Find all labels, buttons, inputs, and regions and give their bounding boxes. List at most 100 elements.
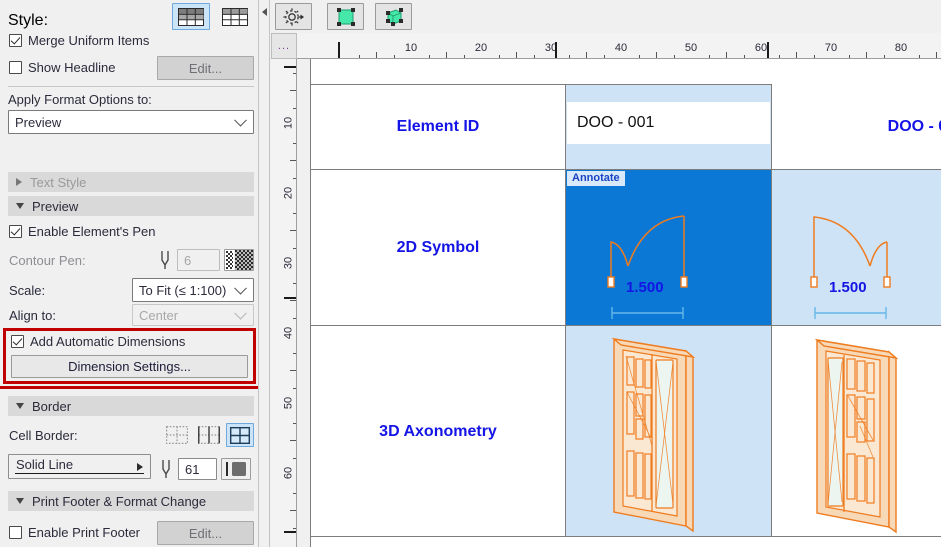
3d-axonometry-cell-1[interactable]	[566, 326, 771, 537]
row-label-3d-axonometry[interactable]: 3D Axonometry	[311, 326, 565, 537]
ruler-tick	[290, 160, 296, 161]
section-print-footer[interactable]: Print Footer & Format Change	[8, 491, 254, 511]
ruler-number: 60	[754, 42, 768, 54]
ruler-tick	[428, 55, 430, 58]
element-id-cell-2[interactable]: DOO - 001	[772, 84, 941, 169]
footer-edit-button[interactable]: Edit...	[157, 521, 254, 545]
row-label-2d-symbol[interactable]: 2D Symbol	[311, 170, 565, 325]
checkbox-box	[9, 225, 22, 238]
chevron-down-icon	[234, 306, 247, 320]
cell-border-vertical-button[interactable]	[196, 423, 222, 447]
grid-merged-icon	[178, 7, 204, 26]
ruler-tick	[936, 52, 937, 58]
ruler-number: 40	[282, 326, 294, 340]
select-3d-element-button[interactable]	[375, 3, 412, 30]
ruler-origin-button[interactable]: ...	[271, 33, 297, 59]
pattern-swatch-icon	[225, 250, 253, 270]
contour-pen-label: Contour Pen:	[9, 253, 86, 268]
ruler-number: 70	[824, 42, 838, 54]
align-to-label: Align to:	[9, 308, 56, 323]
ruler-number: 20	[474, 42, 488, 54]
highlight-bar	[0, 386, 258, 389]
ruler-tick	[293, 107, 296, 109]
ruler-tick	[290, 230, 296, 231]
element-id-text-editor[interactable]: DOO - 001	[567, 102, 770, 144]
panel-splitter[interactable]	[258, 0, 270, 547]
grid-style-merged-button[interactable]	[172, 3, 210, 30]
ruler-tick	[290, 510, 296, 511]
contour-pen-color-swatch[interactable]	[224, 249, 254, 271]
checkbox-box	[9, 34, 22, 47]
ruler-tick	[293, 177, 296, 179]
door-2d-symbol-icon	[810, 216, 891, 319]
row-label-element-id[interactable]: Element ID	[311, 84, 565, 169]
ruler-tick	[656, 52, 657, 58]
scale-value: To Fit (≤ 1:100)	[139, 282, 227, 298]
ruler-tick	[293, 212, 296, 214]
schedule-sheet[interactable]: Element ID 2D Symbol 3D Axonometry DOO -…	[310, 59, 941, 547]
chevron-down-icon	[234, 113, 247, 127]
ruler-page-mark	[767, 42, 770, 58]
ruler-tick	[290, 440, 296, 441]
color-swatch-icon	[222, 459, 250, 479]
scale-dropdown[interactable]: To Fit (≤ 1:100)	[132, 278, 254, 302]
border-line-type-value: Solid Line	[16, 457, 74, 472]
ruler-number: 80	[894, 42, 908, 54]
contour-pen-value[interactable]: 6	[177, 249, 220, 271]
horizontal-ruler[interactable]: 102030405060708090	[297, 33, 941, 59]
select-2d-element-button[interactable]	[327, 3, 364, 30]
section-print-footer-label: Print Footer & Format Change	[32, 493, 207, 509]
section-preview-label: Preview	[32, 198, 79, 214]
border-pen-color-swatch[interactable]	[221, 458, 251, 480]
ruler-number: 30	[282, 256, 294, 270]
chevron-down-icon	[16, 498, 24, 504]
enable-elements-pen-label: Enable Element's Pen	[28, 224, 156, 239]
section-preview[interactable]: Preview	[8, 196, 254, 216]
ruler-number: 20	[282, 186, 294, 200]
cell-border-all-button[interactable]	[226, 423, 254, 447]
section-border[interactable]: Border	[8, 396, 254, 416]
checkbox-box	[11, 335, 24, 348]
enable-print-footer-checkbox[interactable]: Enable Print Footer	[9, 525, 140, 540]
show-headline-label: Show Headline	[28, 60, 116, 75]
ruler-tick	[293, 247, 296, 249]
headline-edit-button[interactable]: Edit...	[157, 56, 254, 80]
align-to-dropdown[interactable]: Center	[132, 304, 254, 326]
ruler-tick	[796, 52, 797, 58]
2d-symbol-cell-2[interactable]: 1.500	[772, 170, 941, 325]
cell-border-none-button[interactable]	[164, 423, 190, 447]
ruler-page-mark	[284, 531, 296, 533]
add-automatic-dimensions-label: Add Automatic Dimensions	[30, 334, 186, 349]
panel-divider-1	[8, 86, 254, 87]
grid-style-separate-button[interactable]	[216, 3, 254, 30]
dimension-settings-button[interactable]: Dimension Settings...	[11, 355, 248, 378]
enable-elements-pen-checkbox[interactable]: Enable Element's Pen	[9, 224, 156, 239]
show-headline-checkbox[interactable]: Show Headline	[9, 60, 115, 75]
border-pen-value[interactable]: 61	[178, 458, 217, 480]
section-text-style[interactable]: Text Style	[8, 172, 254, 192]
2d-symbol-cell-1[interactable]: 1.500	[566, 170, 771, 325]
ruler-tick	[726, 52, 727, 58]
3d-axonometry-cell-2[interactable]	[772, 326, 941, 537]
ruler-tick	[533, 55, 535, 58]
ruler-tick	[293, 422, 296, 424]
ruler-tick	[293, 317, 296, 319]
collapse-panel-arrow-icon[interactable]	[262, 8, 267, 16]
border-line-type-dropdown[interactable]: Solid Line	[8, 454, 151, 479]
merge-uniform-items-checkbox[interactable]: Merge Uniform Items	[9, 33, 149, 48]
ruler-number: 50	[282, 396, 294, 410]
settings-gear-button[interactable]	[275, 3, 312, 30]
add-automatic-dimensions-checkbox[interactable]: Add Automatic Dimensions	[11, 334, 185, 349]
preview-toolbar	[271, 0, 941, 33]
apply-format-options-label: Apply Format Options to:	[8, 92, 152, 107]
vertical-ruler[interactable]: 10 20 30 40 50 60	[271, 59, 297, 547]
ruler-tick	[778, 55, 780, 58]
pen-icon	[157, 249, 173, 271]
apply-format-options-dropdown[interactable]: Preview	[8, 110, 254, 134]
pen-icon	[158, 458, 174, 480]
checkbox-box	[9, 526, 22, 539]
ruler-tick	[290, 90, 296, 91]
ruler-tick	[883, 55, 885, 58]
preview-canvas[interactable]: Element ID 2D Symbol 3D Axonometry DOO -…	[297, 59, 941, 547]
2d-element-icon	[336, 7, 355, 26]
